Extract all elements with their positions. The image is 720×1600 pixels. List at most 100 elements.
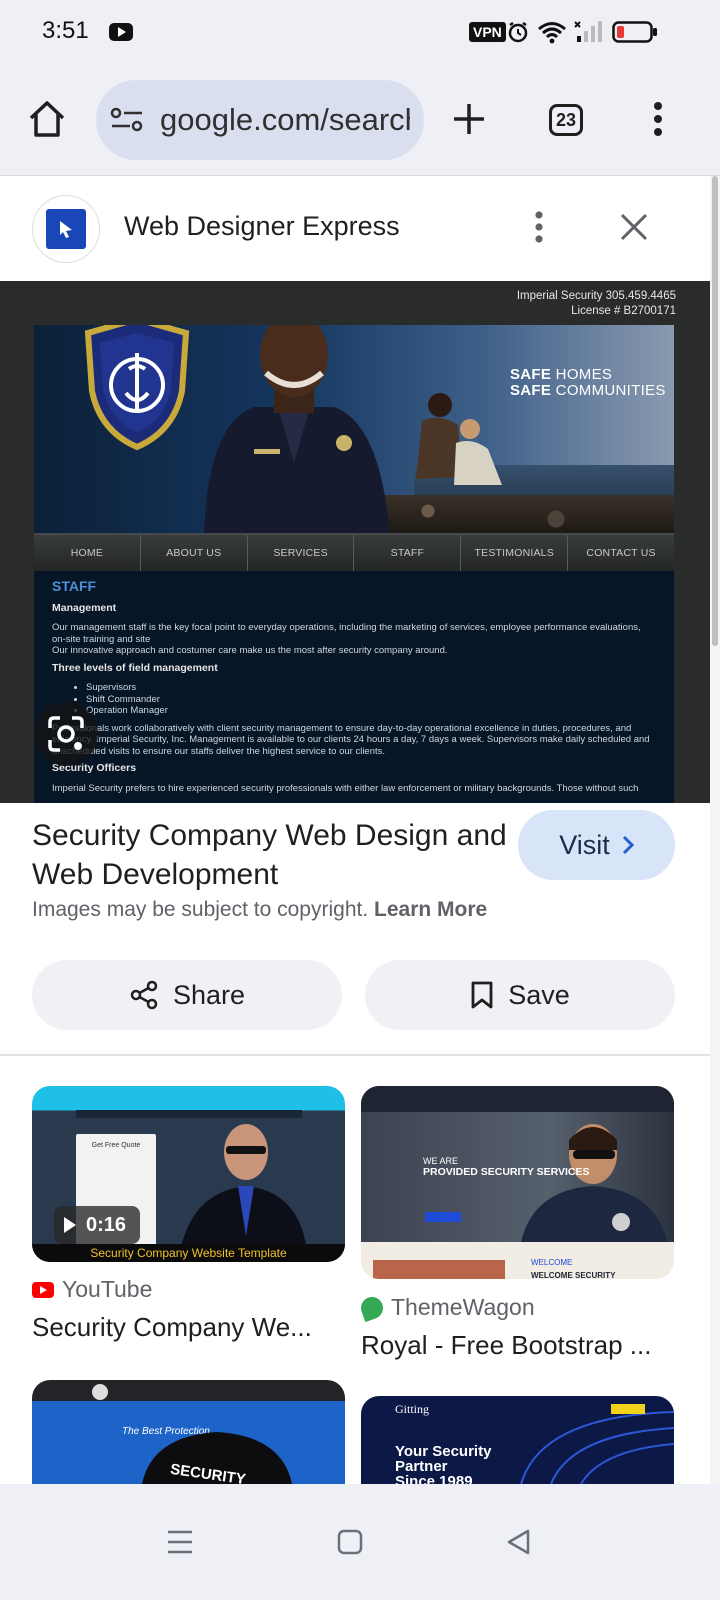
home-icon [29,101,65,137]
youtube-icon [32,1281,54,1298]
preview-nav-item: ABOUT US [141,535,248,571]
preview-list-item: Operation Manager [86,705,656,717]
url-text[interactable]: google.com/search [160,102,410,138]
thumb-headline: Your Security Partner Since 1989 [395,1443,492,1484]
welcome-label: WELCOME [531,1258,573,1267]
share-label: Share [172,979,246,1010]
couple-on-shore-photo [416,393,502,485]
panel-more-button[interactable] [526,207,552,247]
tab-switcher-icon: 23 [549,104,583,136]
visit-button[interactable]: Visit [518,810,675,880]
security-officer-photo [204,325,390,533]
scrollbar-thumb[interactable] [712,176,718,646]
home-nav-button[interactable] [330,1522,370,1562]
preview-contact: Imperial Security 305.459.4465 License #… [516,290,676,317]
signal-icon [574,21,602,42]
thumb-logo-text: Gitting [395,1402,430,1416]
businessman-photo [178,1124,308,1262]
site-settings-icon[interactable] [110,106,144,134]
preview-list-item: Shift Commander [86,694,656,706]
preview-heading: Management [52,601,117,614]
recent-apps-button[interactable] [160,1522,200,1562]
video-caption: Security Company Website Template [32,1244,345,1262]
thumb-photo-strip [373,1260,505,1279]
thumb-logo [92,1384,108,1400]
preview-nav-item: STAFF [354,535,462,571]
more-vert-icon [535,211,543,243]
close-panel-button[interactable] [614,207,654,247]
preview-body: STAFF Management Our management staff is… [34,571,674,803]
google-lens-button[interactable] [34,702,98,766]
recent-apps-icon [168,1530,192,1554]
cursor-icon [46,209,86,249]
preview-nav-item: HOME [34,535,141,571]
preview-banner: SAFE HOMES SAFE COMMUNITIES [34,325,674,533]
tab-switcher-button[interactable]: 23 [546,101,586,139]
wifi-icon [538,22,566,44]
new-tab-plus-icon [454,104,484,134]
new-tab-button[interactable] [446,96,492,142]
status-time: 3:51 [42,17,89,44]
lens-icon [48,716,84,752]
battery-low-icon [612,21,657,43]
related-source-themewagon: ThemeWagon [357,1293,535,1322]
preview-list: Supervisors Shift Commander Operation Ma… [86,682,656,717]
preview-paragraph: Imperial Security prefers to hire experi… [52,782,639,794]
preview-nav: HOME ABOUT US SERVICES STAFF TESTIMONIAL… [34,533,674,571]
related-title[interactable]: Security Company We... [32,1312,348,1343]
visit-label: Visit [559,829,610,860]
preview-heading: Security Officers [52,762,137,774]
welcome-sub: WELCOME SECURITY [531,1271,616,1279]
system-nav-bar [0,1484,720,1600]
share-button[interactable]: Share [32,960,342,1030]
preview-nav-item: CONTACT US [586,547,656,559]
site-favicon [32,195,100,263]
save-button[interactable]: Save [365,960,675,1030]
home-button[interactable] [24,96,70,142]
alarm-icon [508,21,528,43]
thumb-nav [361,1086,674,1112]
back-triangle-icon [507,1529,530,1555]
bookmark-icon [471,981,493,1009]
youtube-notification-icon [109,23,133,41]
result-preview-image[interactable]: Imperial Security 305.459.4465 License #… [0,281,710,803]
status-bar: 3:51 VPN [0,0,720,64]
section-divider [0,1054,710,1056]
related-image-4[interactable]: Gitting Your Security Partner Since 1989 [361,1396,674,1484]
preview-nav-item: SERVICES [248,535,355,571]
imperial-security-badge-logo [84,325,190,451]
result-panel-header: Web Designer Express [0,177,710,281]
result-title[interactable]: Security Company Web Design and Web Deve… [32,816,512,894]
share-icon [130,980,158,1010]
thumb-cta [611,1404,645,1414]
url-bar[interactable]: google.com/search [96,80,424,160]
preview-paragraph: Our innovative approach and costumer car… [52,645,448,656]
related-image-themewagon[interactable]: WE ARE PROVIDED SECURITY SERVICES WELCOM… [361,1086,674,1279]
preview-nav-item: TESTIMONIALS [461,535,569,571]
related-image-youtube[interactable]: Get Free Quote 0:16 Security Company Web… [32,1086,345,1262]
save-label: Save [508,979,570,1010]
video-duration-badge: 0:16 [54,1206,141,1244]
more-menu-button[interactable] [640,96,676,142]
read-more-button-thumb [425,1212,461,1222]
preview-section-title: STAFF [52,578,97,594]
related-title[interactable]: Royal - Free Bootstrap ... [361,1330,677,1361]
vpn-icon: VPN [469,22,506,42]
browser-toolbar: google.com/search 23 [0,64,720,176]
curved-lines-graphic [520,1411,674,1484]
copyright-notice: Images may be subject to copyright. Lear… [32,898,488,921]
site-name[interactable]: Web Designer Express [124,211,400,242]
preview-list-item: Supervisors [86,682,656,694]
chevron-right-icon [622,835,634,855]
themewagon-icon [357,1293,387,1322]
hero-headline: PROVIDED SECURITY SERVICES [423,1166,590,1178]
back-nav-button[interactable] [498,1522,538,1562]
home-square-icon [337,1529,363,1555]
hero-kicker: WE ARE [423,1156,459,1166]
close-icon [620,213,648,241]
related-image-3[interactable]: The Best Protection SECURITY [32,1380,345,1484]
preview-paragraph: Professionals work collaboratively with … [52,722,650,757]
related-source-youtube: YouTube [32,1276,152,1303]
learn-more-link[interactable]: Learn More [374,898,487,921]
play-icon [64,1217,76,1233]
